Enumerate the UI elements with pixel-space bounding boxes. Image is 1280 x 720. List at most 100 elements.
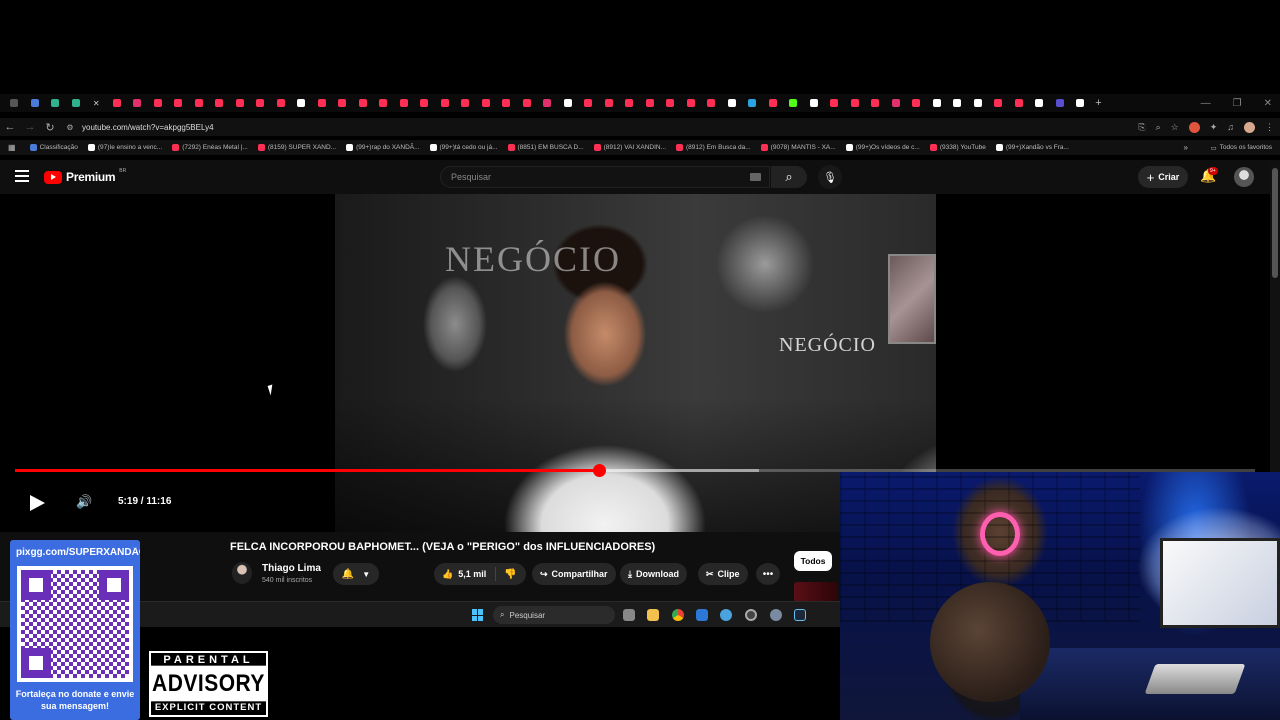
browser-tab[interactable] [476, 94, 497, 112]
browser-tab[interactable] [209, 94, 230, 112]
bookmark-item[interactable]: (8912) Em Busca da... [676, 144, 751, 151]
new-tab-icon[interactable]: + [1091, 97, 1107, 109]
bookmark-item[interactable]: (8159) SUPER XAND... [257, 144, 336, 151]
progress-scrubber[interactable] [593, 464, 607, 477]
browser-tab[interactable] [865, 94, 886, 112]
search-input[interactable]: Pesquisar [440, 166, 770, 188]
browser-tab[interactable] [578, 94, 599, 112]
scrollbar-thumb[interactable] [1272, 168, 1278, 278]
browser-tab[interactable] [1070, 94, 1091, 112]
download-button[interactable]: ⤓ Download [620, 563, 687, 585]
browser-tab[interactable] [107, 94, 128, 112]
create-button[interactable]: + Criar [1138, 166, 1188, 188]
browser-tab[interactable] [455, 94, 476, 112]
channel-avatar[interactable] [232, 562, 252, 584]
bookmark-item[interactable]: (99+)tá cedo ou já... [429, 144, 498, 151]
browser-tab[interactable] [599, 94, 620, 112]
forward-icon[interactable]: → [20, 121, 40, 133]
browser-tab[interactable] [25, 94, 46, 112]
bookmark-item[interactable]: (99+)Xandão vs Fra... [995, 144, 1069, 151]
voice-search-button[interactable]: 🎙 [818, 165, 842, 189]
browser-tab[interactable] [640, 94, 661, 112]
search-button[interactable]: ⌕ [771, 166, 807, 188]
settings-icon[interactable] [770, 609, 782, 621]
filter-chip-all[interactable]: Todos [794, 551, 832, 571]
browser-tab[interactable] [4, 94, 25, 112]
minimize-icon[interactable]: — [1201, 98, 1211, 109]
like-button[interactable]: 👍 5,1 mil [434, 567, 496, 581]
all-bookmarks[interactable]: ▭ Todos os favoritos [1210, 140, 1272, 155]
related-thumbnail[interactable] [794, 582, 838, 602]
browser-tab[interactable] [45, 94, 66, 112]
file-explorer-icon[interactable] [647, 609, 659, 621]
browser-tab[interactable] [496, 94, 517, 112]
browser-tab[interactable] [291, 94, 312, 112]
browser-tab[interactable] [783, 94, 804, 112]
maximize-icon[interactable]: ❐ [1233, 98, 1242, 109]
subscription-bell-button[interactable]: 🔔 ▼ [333, 563, 379, 585]
browser-tab[interactable] [845, 94, 866, 112]
chrome-icon[interactable] [672, 609, 684, 621]
clip-button[interactable]: ✂ Clipe [698, 563, 748, 585]
network-icon[interactable] [720, 609, 732, 621]
taskbar-search[interactable]: ⌕ Pesquisar [493, 606, 615, 624]
browser-tab[interactable]: ✕ [86, 94, 107, 112]
browser-tab[interactable] [722, 94, 743, 112]
browser-tab[interactable] [701, 94, 722, 112]
site-info-icon[interactable]: ⚙ [60, 123, 80, 132]
bookmark-item[interactable]: (97)Ie ensino a venc... [87, 144, 162, 151]
windows-start-icon[interactable] [472, 609, 484, 621]
browser-tab[interactable] [886, 94, 907, 112]
browser-tab[interactable] [414, 94, 435, 112]
youtube-logo[interactable]: Premium BR [44, 168, 126, 184]
browser-tab[interactable] [394, 94, 415, 112]
bookmark-item[interactable]: (99+)rap do XANDÃ... [346, 144, 420, 151]
browser-tab[interactable] [168, 94, 189, 112]
channel-name[interactable]: Thiago Lima [262, 563, 321, 574]
browser-tab[interactable] [906, 94, 927, 112]
bookmark-item[interactable]: (8912) VAI XANDIN... [593, 144, 666, 151]
browser-tab[interactable] [1029, 94, 1050, 112]
browser-tab[interactable] [537, 94, 558, 112]
more-actions-button[interactable]: ••• [756, 563, 780, 585]
browser-tab[interactable] [742, 94, 763, 112]
menu-hamburger-icon[interactable] [15, 170, 29, 182]
extension-icon[interactable] [1188, 121, 1200, 133]
bookmark-item[interactable]: (99+)Os vídeos de c... [845, 144, 920, 151]
browser-tab[interactable] [927, 94, 948, 112]
browser-tab[interactable] [660, 94, 681, 112]
browser-tab[interactable] [824, 94, 845, 112]
install-icon[interactable]: ⎘ [1138, 122, 1145, 133]
bookmark-item[interactable]: (9078) MANTIS - XA... [760, 144, 836, 151]
thumbs-down-icon[interactable]: 👎 [496, 569, 516, 580]
browser-tab[interactable] [947, 94, 968, 112]
browser-tab[interactable] [250, 94, 271, 112]
browser-tab[interactable] [1050, 94, 1071, 112]
close-window-icon[interactable]: ✕ [1264, 98, 1272, 109]
menu-icon[interactable]: ⋮ [1265, 122, 1274, 133]
browser-tab[interactable] [373, 94, 394, 112]
browser-tab[interactable] [763, 94, 784, 112]
share-button[interactable]: ↪ Compartilhar [532, 563, 616, 585]
browser-tab[interactable] [517, 94, 538, 112]
keyboard-icon[interactable] [750, 173, 761, 181]
bookmark-item[interactable]: (8851) EM BUSCA D... [507, 144, 584, 151]
play-icon[interactable] [30, 495, 45, 511]
browser-tab[interactable] [435, 94, 456, 112]
browser-tab[interactable] [312, 94, 333, 112]
browser-tab[interactable] [988, 94, 1009, 112]
volume-icon[interactable]: 🔊 [76, 494, 92, 510]
browser-tab[interactable] [1009, 94, 1030, 112]
bookmark-item[interactable]: (9338) YouTube [929, 144, 986, 151]
browser-tab[interactable] [619, 94, 640, 112]
browser-tab[interactable] [558, 94, 579, 112]
obs-icon[interactable] [745, 609, 757, 621]
browser-tab[interactable] [66, 94, 87, 112]
page-scrollbar[interactable] [1270, 164, 1280, 472]
bookmark-item[interactable]: (7292) Enéas Metal |... [172, 144, 248, 151]
browser-tab[interactable] [230, 94, 251, 112]
url-field[interactable]: youtube.com/watch?v=akpgg5BELy4 [82, 123, 214, 132]
browser-tab[interactable] [127, 94, 148, 112]
profile-icon[interactable] [1244, 121, 1255, 133]
apps-icon[interactable]: ▦ [8, 143, 16, 152]
